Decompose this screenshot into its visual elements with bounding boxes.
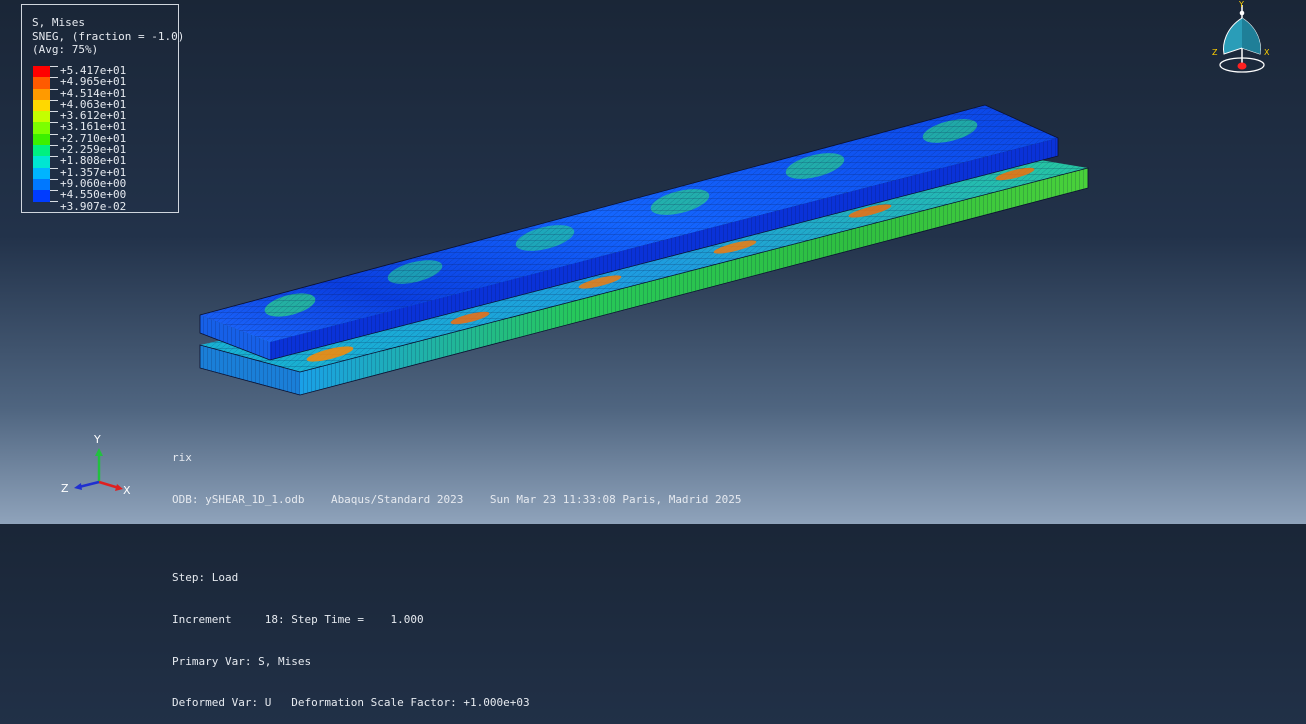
triad-z-label: Z: [61, 482, 69, 495]
lower-plate: [199, 160, 1089, 396]
axis-triad: Y X Z: [61, 433, 131, 497]
step-line: Step: Load: [172, 571, 239, 585]
increment-line: Increment 18: Step Time = 1.000: [172, 612, 424, 626]
odb-line: ODB: ySHEAR_1D_1.odb Abaqus/Standard 202…: [172, 492, 742, 506]
triad-y-label: Y: [93, 433, 101, 446]
triad-x-label: X: [123, 484, 131, 497]
upper-plate: [199, 104, 1059, 361]
primary-var-line: Primary Var: S, Mises: [172, 654, 312, 668]
model-name: rix: [172, 450, 192, 464]
deformed-var-line: Deformed Var: U Deformation Scale Factor…: [172, 696, 530, 710]
viewport-info-block: rix ODB: ySHEAR_1D_1.odb Abaqus/Standard…: [172, 423, 742, 724]
